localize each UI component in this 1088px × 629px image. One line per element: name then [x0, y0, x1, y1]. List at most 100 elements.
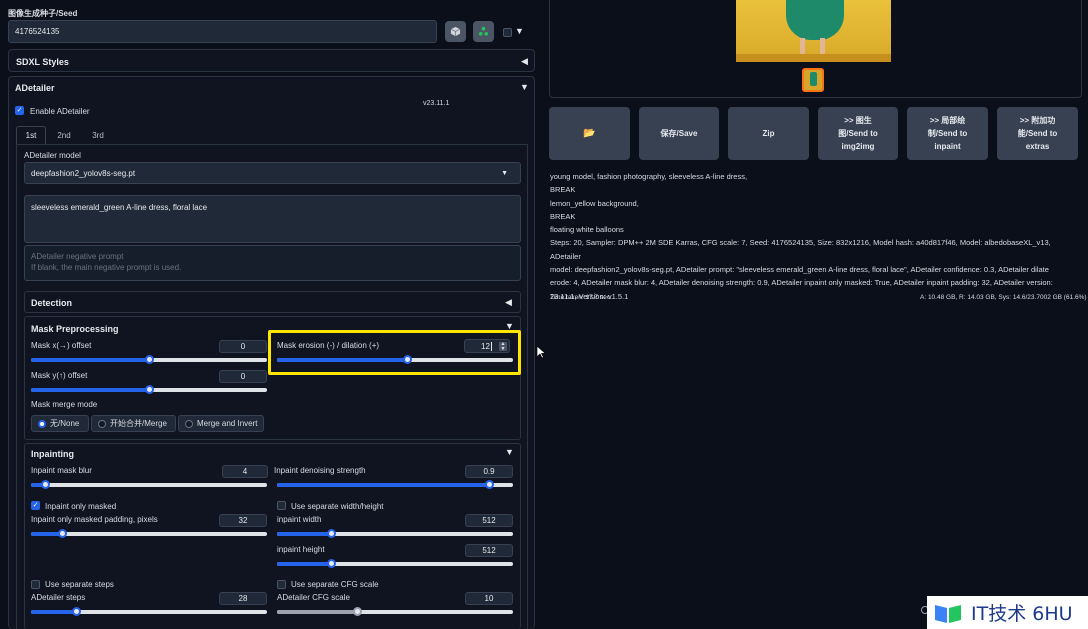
adetailer-cfg-slider[interactable] — [277, 607, 513, 616]
floor-shape — [736, 54, 891, 62]
radio-selected-icon — [38, 419, 46, 428]
separate-width-height-label: Use separate width/height — [291, 502, 384, 511]
inpaint-denoise-label: Inpaint denoising strength — [274, 466, 366, 475]
inpainting-title: Inpainting — [31, 449, 74, 459]
model-select[interactable]: deepfashion2_yolov8s-seg.pt ▼ — [24, 162, 521, 184]
enable-adetailer-checkbox[interactable]: ✓ — [15, 106, 24, 115]
adetailer-cfg-number[interactable]: 10 — [465, 592, 513, 605]
extra-seed-checkbox[interactable] — [503, 28, 512, 37]
merge-option-merge-label: 开始合并/Merge — [110, 419, 167, 428]
send-to-inpaint-button[interactable]: >> 局部绘制/Send to inpaint — [907, 107, 988, 160]
open-folder-button[interactable]: 📂 — [549, 107, 630, 160]
generated-image[interactable] — [736, 0, 891, 62]
inpaint-only-masked-label: Inpaint only masked — [45, 502, 117, 511]
merge-option-none-label: 无/None — [50, 419, 80, 428]
info-line: floating white balloons — [550, 225, 624, 235]
detection-accordion[interactable]: Detection ◀ — [24, 291, 521, 313]
inpaint-only-masked-checkbox[interactable]: ✓ — [31, 501, 40, 510]
radio-icon — [185, 419, 193, 428]
adetailer-prompt-textarea[interactable]: sleeveless emerald_green A-line dress, f… — [24, 195, 521, 243]
slider-thumb[interactable] — [145, 355, 154, 364]
mask-x-offset-slider[interactable] — [31, 355, 267, 364]
seed-label: 图像生成种子/Seed — [8, 9, 78, 18]
radio-icon — [98, 419, 106, 428]
negative-placeholder-line2: If blank, the main negative prompt is us… — [31, 263, 182, 272]
inpaint-height-number[interactable]: 512 — [465, 544, 513, 557]
mask-y-offset-slider[interactable] — [31, 385, 267, 394]
sdxl-styles-title: SDXL Styles — [16, 57, 69, 67]
inpaint-height-label: inpaint height — [277, 545, 325, 554]
inpaint-mask-blur-slider[interactable] — [31, 480, 267, 489]
spinner-icon[interactable]: ▲ ▼ — [499, 342, 507, 351]
adetailer-negative-prompt-textarea[interactable]: ADetailer negative prompt If blank, the … — [24, 245, 521, 281]
mask-x-offset-label: Mask x(→) offset — [31, 341, 92, 350]
save-button[interactable]: 保存/Save — [639, 107, 719, 160]
send-to-extras-button[interactable]: >> 附加功能/Send to extras — [997, 107, 1078, 160]
reuse-seed-button[interactable] — [473, 21, 494, 42]
detection-title: Detection — [31, 298, 73, 308]
expand-down-icon[interactable]: ▼ — [520, 82, 529, 92]
thumbnail-dress-shape — [810, 72, 817, 86]
time-taken: Time taken: 17.7 sec. — [550, 294, 612, 301]
separate-cfg-checkbox[interactable] — [277, 580, 286, 589]
inpaint-height-slider[interactable] — [277, 559, 513, 568]
slider-thumb[interactable] — [145, 385, 154, 394]
inpaint-denoise-number[interactable]: 0.9 — [465, 465, 513, 478]
inpaint-width-number[interactable]: 512 — [465, 514, 513, 527]
inpaint-denoise-slider[interactable] — [277, 480, 513, 489]
only-masked-padding-number[interactable]: 32 — [219, 514, 267, 527]
zip-button[interactable]: Zip — [728, 107, 809, 160]
mask-erosion-slider[interactable] — [277, 355, 513, 364]
merge-option-merge[interactable]: 开始合并/Merge — [91, 415, 176, 432]
separate-cfg-label: Use separate CFG scale — [291, 580, 379, 589]
enable-adetailer-label: Enable ADetailer — [30, 107, 90, 116]
mask-erosion-label: Mask erosion (-) / dilation (+) — [277, 341, 380, 350]
merge-option-none[interactable]: 无/None — [31, 415, 89, 432]
adetailer-title: ADetailer — [15, 83, 55, 93]
send-to-img2img-button[interactable]: >> 图生图/Send to img2img — [818, 107, 898, 160]
mouse-cursor-icon — [537, 346, 546, 359]
only-masked-padding-slider[interactable] — [31, 529, 267, 538]
info-line: Steps: 20, Sampler: DPM++ 2M SDE Karras,… — [550, 238, 1051, 261]
watermark-banner: IT技术 6HU — [927, 596, 1088, 629]
expand-down-icon[interactable]: ▼ — [505, 447, 514, 457]
inpaint-mask-blur-number[interactable]: 4 — [222, 465, 268, 478]
info-line: model: deepfashion2_yolov8s-seg.pt, ADet… — [550, 265, 1049, 275]
negative-placeholder-line1: ADetailer negative prompt — [31, 252, 124, 261]
sdxl-styles-accordion[interactable]: SDXL Styles ◀ — [8, 49, 535, 72]
separate-width-height-checkbox[interactable] — [277, 501, 286, 510]
slider-thumb[interactable] — [402, 355, 412, 364]
adetailer-steps-number[interactable]: 28 — [219, 592, 267, 605]
inpaint-width-slider[interactable] — [277, 529, 513, 538]
slider-thumb[interactable] — [57, 529, 67, 538]
extra-seed-chevron-icon[interactable]: ▼ — [515, 26, 524, 36]
collapse-left-icon: ◀ — [505, 297, 512, 307]
mask-erosion-number[interactable]: 12 ▲ ▼ — [464, 339, 510, 353]
adetailer-cfg-label: ADetailer CFG scale — [277, 593, 350, 602]
info-line: BREAK — [550, 185, 576, 195]
mask-x-offset-number[interactable]: 0 — [219, 340, 267, 353]
merge-option-invert-label: Merge and Invert — [197, 419, 258, 428]
adetailer-steps-slider[interactable] — [31, 607, 267, 616]
random-seed-button[interactable] — [445, 21, 466, 42]
separate-steps-checkbox[interactable] — [31, 580, 40, 589]
image-thumbnail[interactable] — [802, 68, 824, 92]
book-logo-icon — [935, 604, 961, 623]
version-label: v23.11.1 — [423, 100, 450, 107]
seed-input[interactable]: 4176524135 — [8, 20, 437, 43]
watermark-text: IT技术 6HU — [971, 603, 1073, 625]
merge-option-invert[interactable]: Merge and Invert — [178, 415, 264, 432]
tab-2nd[interactable]: 2nd — [50, 126, 78, 144]
tab-1st[interactable]: 1st — [16, 126, 46, 144]
mask-y-offset-number[interactable]: 0 — [219, 370, 267, 383]
slider-thumb[interactable] — [71, 607, 81, 616]
inpaint-width-label: inpaint width — [277, 515, 322, 524]
inpainting-section — [24, 443, 521, 629]
only-masked-padding-label: Inpaint only masked padding, pixels — [31, 515, 158, 524]
model-label: ADetailer model — [24, 151, 81, 160]
separate-steps-label: Use separate steps — [45, 580, 114, 589]
tab-3rd[interactable]: 3rd — [84, 126, 112, 144]
mask-y-offset-label: Mask y(↑) offset — [31, 371, 88, 380]
folder-icon: 📂 — [583, 128, 596, 139]
inpaint-mask-blur-label: Inpaint mask blur — [31, 466, 92, 475]
